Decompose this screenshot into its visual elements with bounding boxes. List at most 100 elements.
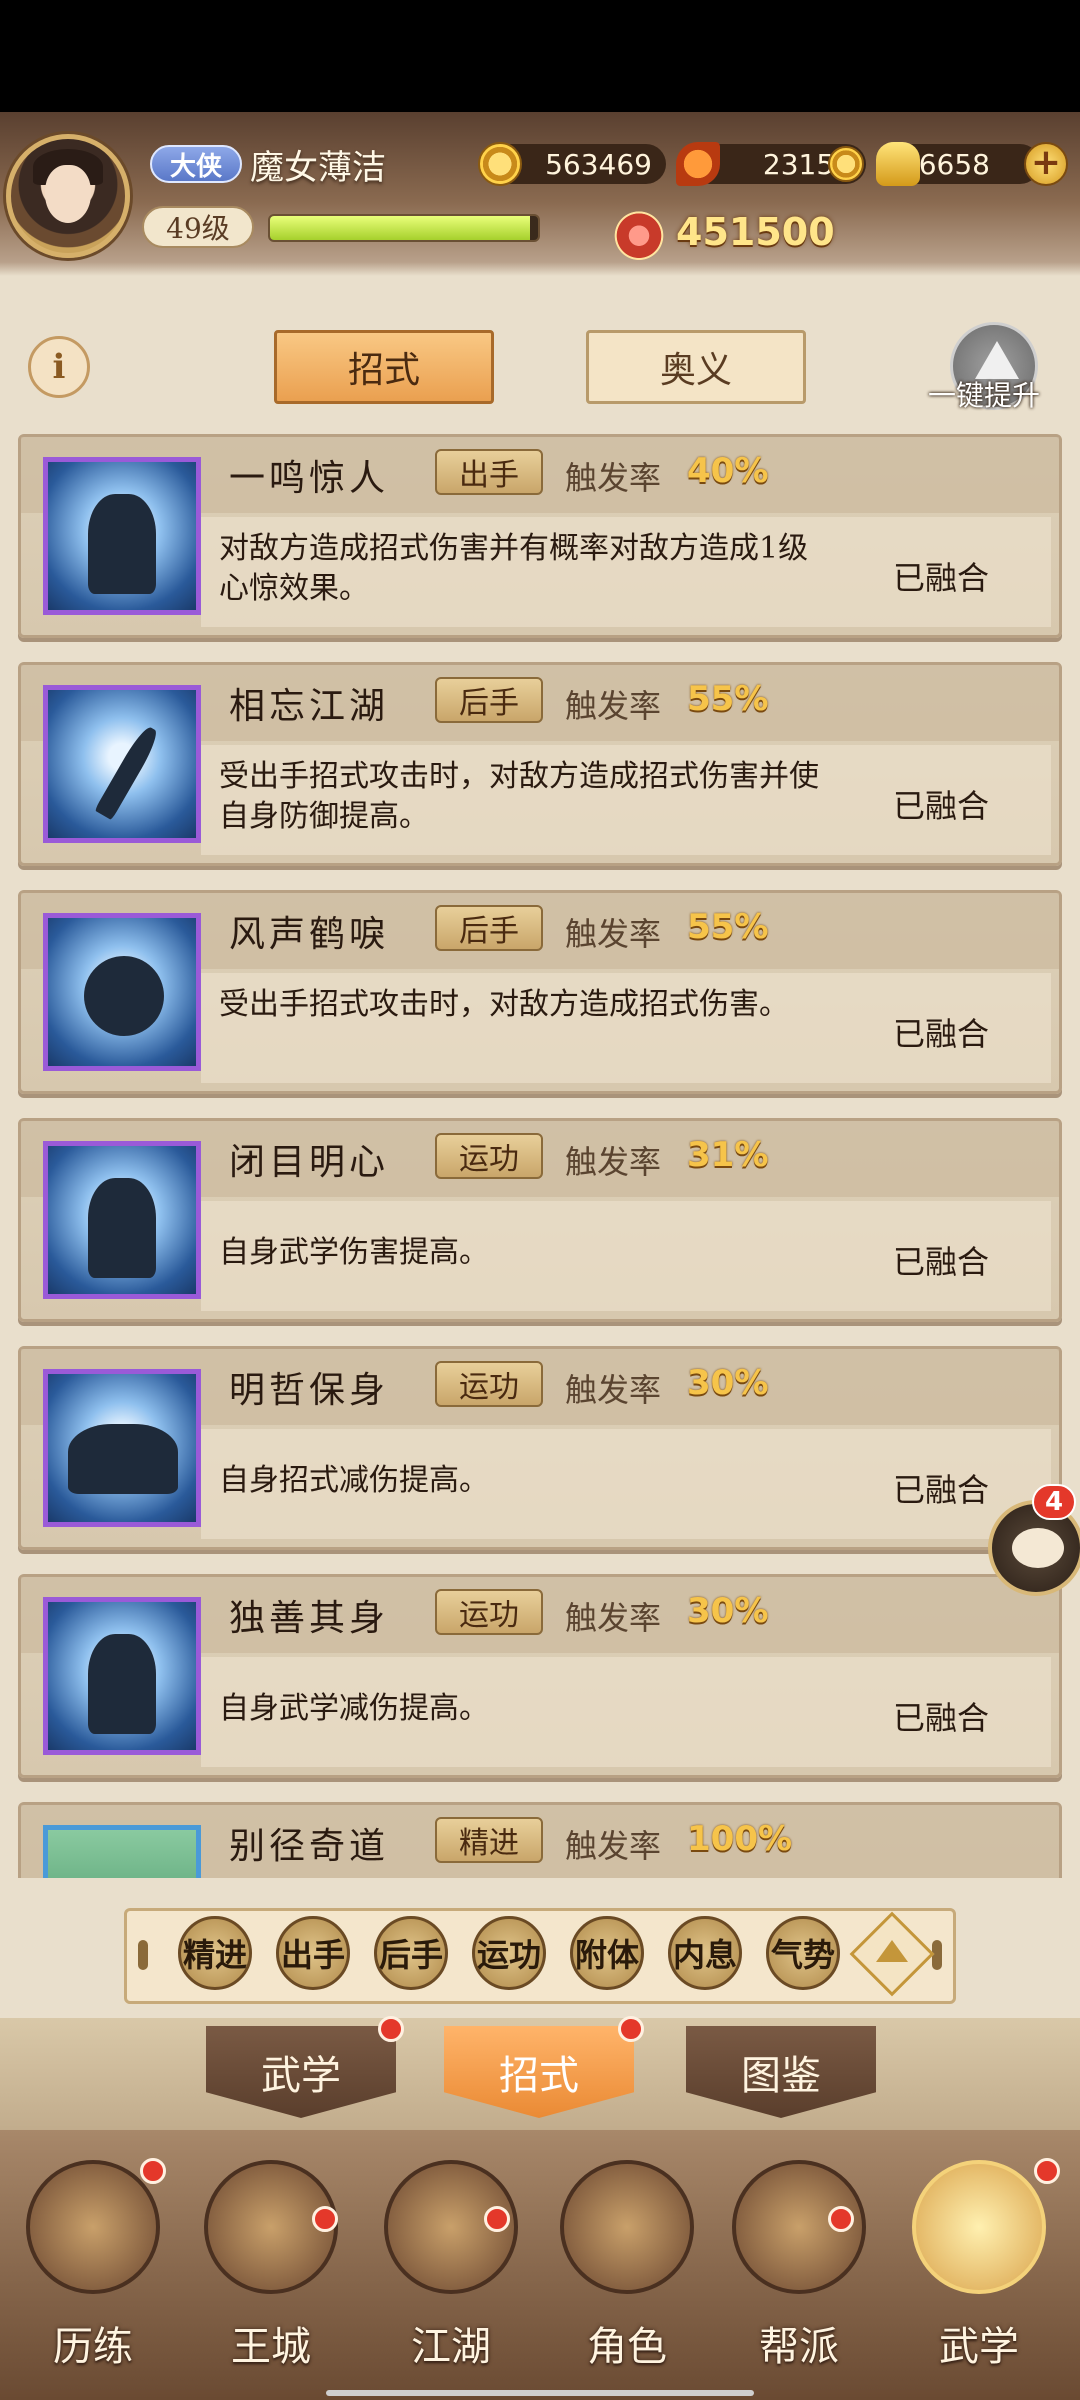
swords-skill-icon — [43, 685, 201, 843]
skill-type-badge: 出手 — [435, 449, 543, 495]
player-title-badge: 大侠 — [150, 145, 242, 183]
coin-exchange-icon[interactable] — [828, 146, 864, 182]
meditating-figure-icon — [43, 1141, 201, 1299]
info-icon[interactable]: i — [28, 336, 90, 398]
add-currency-icon[interactable]: + — [1024, 142, 1068, 186]
player-level: 49级 — [142, 206, 254, 248]
filter-fuli[interactable]: 附体 — [570, 1916, 644, 1990]
skill-name: 相忘江湖 — [229, 686, 390, 727]
nav-label: 角色 — [587, 2324, 667, 2370]
skill-status: 已融合 — [893, 1699, 990, 1737]
green-skill-icon — [43, 1825, 201, 1878]
trigger-label: 触发率 — [565, 1827, 662, 1865]
skill-card[interactable]: 一鸣惊人 出手 触发率 40% 对敌方造成招式伤害并有概率对敌方造成1级心惊效果… — [18, 434, 1062, 638]
skill-description: 自身武学减伤提高。 — [219, 1691, 489, 1726]
skill-name: 明哲保身 — [229, 1370, 390, 1411]
nav-training[interactable]: 历练 — [18, 2160, 168, 2380]
skill-status: 已融合 — [893, 559, 990, 597]
skill-type-badge: 运功 — [435, 1361, 543, 1407]
skill-description: 受出手招式攻击时，对敌方造成招式伤害。 — [219, 987, 789, 1022]
skill-card[interactable]: 别径奇道 精进 触发率 100% — [18, 1802, 1062, 1878]
skill-description: 自身武学伤害提高。 — [219, 1235, 489, 1270]
skill-description: 自身招式减伤提高。 — [219, 1463, 489, 1498]
icon-figure — [84, 956, 164, 1036]
status-bar — [0, 0, 1080, 112]
upgrade-all-label: 一键提升 — [928, 379, 1041, 412]
skill-name: 一鸣惊人 — [229, 458, 390, 499]
icon-figure — [88, 1634, 156, 1734]
nav-character[interactable]: 角色 — [552, 2160, 702, 2380]
nav-notification-dot — [828, 2206, 854, 2232]
nav-label: 帮派 — [759, 2324, 839, 2370]
nav-label: 历练 — [53, 2324, 133, 2370]
trigger-rate: 55% — [687, 679, 769, 719]
praying-figure-icon — [43, 1597, 201, 1755]
chat-unread-badge: 4 — [1032, 1484, 1076, 1520]
nav-royal-city[interactable]: 王城 — [196, 2160, 346, 2380]
nav-notification-dot — [140, 2158, 166, 2184]
flame-leaf-icon — [676, 142, 720, 186]
trigger-label: 触发率 — [565, 1599, 662, 1637]
scroll-stack-icon — [912, 2160, 1046, 2294]
gold-ingot-icon — [876, 142, 920, 186]
icon-figure — [88, 1178, 156, 1278]
nav-guild[interactable]: 帮派 — [724, 2160, 874, 2380]
skill-description: 对敌方造成招式伤害并有概率对敌方造成1级心惊效果。 — [219, 531, 809, 606]
skill-status: 已融合 — [893, 1471, 990, 1509]
filter-bar-right-ornament — [932, 1940, 942, 1970]
skill-status: 已融合 — [893, 787, 990, 825]
skill-status: 已融合 — [893, 1243, 990, 1281]
skill-card[interactable]: 风声鹤唳 后手 触发率 55% 受出手招式攻击时，对敌方造成招式伤害。 已融合 — [18, 890, 1062, 1094]
nav-notification-dot — [312, 2206, 338, 2232]
player-name: 魔女薄洁 — [250, 148, 386, 188]
nav-notification-dot — [484, 2206, 510, 2232]
scroll-icon — [26, 2160, 160, 2294]
nav-jianghu[interactable]: 江湖 — [376, 2160, 526, 2380]
skill-card[interactable]: 相忘江湖 后手 触发率 55% 受出手招式攻击时，对敌方造成招式伤害并使自身防御… — [18, 662, 1062, 866]
trigger-rate: 30% — [687, 1363, 769, 1403]
filter-neixi[interactable]: 内息 — [668, 1916, 742, 1990]
skill-type-badge: 后手 — [435, 677, 543, 723]
trigger-label: 触发率 — [565, 459, 662, 497]
trigger-rate: 55% — [687, 907, 769, 947]
skill-name: 闭目明心 — [229, 1142, 390, 1183]
skill-type-badge: 运功 — [435, 1133, 543, 1179]
skill-description: 受出手招式攻击时，对敌方造成招式伤害并使自身防御提高。 — [219, 759, 819, 834]
trigger-label: 触发率 — [565, 915, 662, 953]
tab-secrets[interactable]: 奥义 — [586, 330, 806, 404]
icon-figure — [94, 723, 162, 821]
nav-martial-arts[interactable]: 武学 — [904, 2160, 1054, 2380]
subtab-notification-dot — [378, 2016, 404, 2042]
nav-label: 武学 — [939, 2324, 1019, 2370]
skill-card[interactable]: 闭目明心 运功 触发率 31% 自身武学伤害提高。 已融合 — [18, 1118, 1062, 1322]
crane-skill-icon — [43, 457, 201, 615]
combat-power: 451500 — [676, 210, 835, 254]
trigger-label: 触发率 — [565, 1371, 662, 1409]
header-fade — [0, 262, 1080, 276]
power-gem-icon — [612, 206, 666, 260]
skill-list[interactable]: 一鸣惊人 出手 触发率 40% 对敌方造成招式伤害并有概率对敌方造成1级心惊效果… — [0, 424, 1080, 1878]
filter-houshou[interactable]: 后手 — [374, 1916, 448, 1990]
nav-notification-dot — [1034, 2158, 1060, 2184]
skill-type-badge: 运功 — [435, 1589, 543, 1635]
trigger-rate: 40% — [687, 451, 769, 491]
player-avatar[interactable] — [6, 134, 130, 258]
tab-moves[interactable]: 招式 — [274, 330, 494, 404]
skill-card[interactable]: 明哲保身 运功 触发率 30% 自身招式减伤提高。 已融合 — [18, 1346, 1062, 1550]
skill-card[interactable]: 独善其身 运功 触发率 30% 自身武学减伤提高。 已融合 — [18, 1574, 1062, 1778]
subtab-notification-dot — [618, 2016, 644, 2042]
filter-jingjin[interactable]: 精进 — [178, 1916, 252, 1990]
trigger-rate: 100% — [687, 1819, 793, 1859]
skill-name: 独善其身 — [229, 1598, 390, 1639]
chat-icon — [1012, 1528, 1064, 1568]
filter-qishi[interactable]: 气势 — [766, 1916, 840, 1990]
skill-name: 风声鹤唳 — [229, 914, 390, 955]
exp-bar-fill — [270, 216, 530, 240]
filter-yungong[interactable]: 运功 — [472, 1916, 546, 1990]
filter-chushou[interactable]: 出手 — [276, 1916, 350, 1990]
icon-figure — [68, 1424, 178, 1494]
skill-name: 别径奇道 — [229, 1826, 390, 1867]
nav-label: 王城 — [231, 2324, 311, 2370]
home-indicator[interactable] — [326, 2390, 754, 2396]
crossed-arms-icon — [43, 1369, 201, 1527]
